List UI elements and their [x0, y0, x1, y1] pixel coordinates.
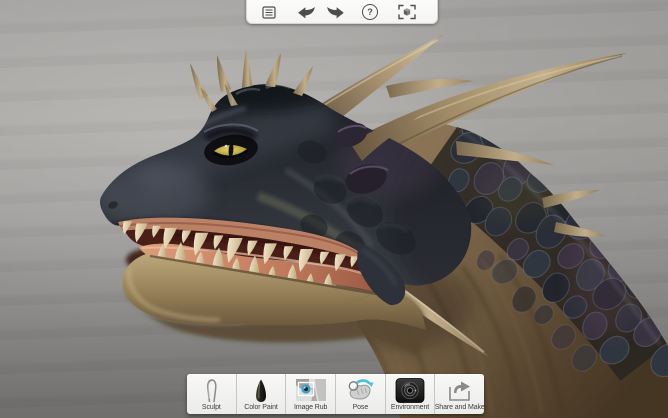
- tool-environment[interactable]: Environment: [386, 374, 436, 414]
- tool-label: Image Rub: [294, 404, 328, 411]
- share-export-icon: [445, 377, 475, 403]
- help-icon: ?: [362, 4, 378, 20]
- reset-view-button[interactable]: [394, 2, 420, 22]
- paint-tip-icon: [246, 377, 276, 403]
- redo-button[interactable]: [322, 2, 348, 22]
- list-icon: [262, 5, 276, 19]
- dragon-model: [100, 34, 668, 418]
- pose-hand-icon: [344, 377, 376, 403]
- tool-label: Environment: [390, 404, 430, 411]
- cube-view-icon: [398, 4, 416, 20]
- bottom-toolbar: Sculpt Color Paint Image Rub Pose Enviro…: [187, 374, 485, 414]
- tool-label: Sculpt: [201, 404, 221, 411]
- image-rub-face-icon: [295, 377, 327, 403]
- menu-button[interactable]: [256, 2, 282, 22]
- tool-label: Pose: [352, 404, 369, 411]
- help-button[interactable]: ?: [357, 2, 383, 22]
- environment-lens-icon: [395, 377, 425, 403]
- undo-button[interactable]: [293, 2, 319, 22]
- tool-label: Color Paint: [244, 404, 278, 411]
- top-toolbar: ?: [246, 0, 438, 24]
- tool-share-and-make[interactable]: Share and Make: [434, 374, 485, 414]
- model-canvas[interactable]: [0, 0, 668, 418]
- tool-image-rub[interactable]: Image Rub: [286, 374, 337, 414]
- tool-pose[interactable]: Pose: [336, 374, 386, 414]
- redo-arrow-icon: [326, 6, 344, 18]
- tool-sculpt[interactable]: Sculpt: [187, 374, 237, 414]
- sculpt-loop-icon: [196, 377, 226, 403]
- tool-color-paint[interactable]: Color Paint: [237, 374, 287, 414]
- model-viewport[interactable]: [0, 0, 668, 418]
- app-window: ? Sculpt Color Paint Image Rub Pose Envi…: [0, 0, 668, 418]
- undo-arrow-icon: [297, 6, 315, 18]
- tool-label: Share and Make: [434, 404, 485, 411]
- help-glyph: ?: [367, 6, 373, 17]
